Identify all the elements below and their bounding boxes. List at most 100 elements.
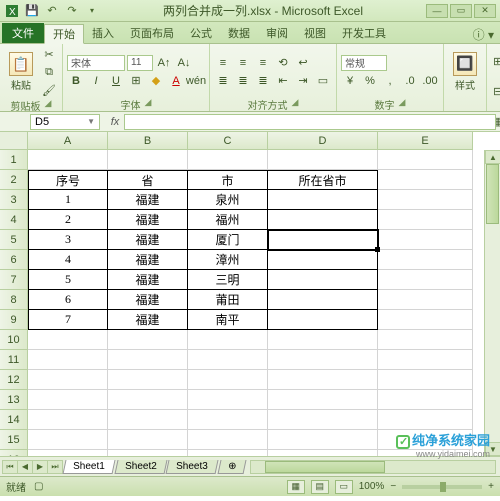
cell-E8[interactable] — [378, 290, 473, 310]
decrease-decimal-icon[interactable]: .00 — [421, 73, 439, 89]
cell-A10[interactable] — [28, 330, 108, 350]
cell-A15[interactable] — [28, 430, 108, 450]
cell-E4[interactable] — [378, 210, 473, 230]
cell-A7[interactable]: 5 — [28, 270, 108, 290]
cell-C11[interactable] — [188, 350, 268, 370]
row-header-10[interactable]: 10 — [0, 330, 28, 350]
cell-A1[interactable] — [28, 150, 108, 170]
cell-C13[interactable] — [188, 390, 268, 410]
cell-B15[interactable] — [108, 430, 188, 450]
page-break-view-icon[interactable]: ▭ — [335, 480, 353, 494]
cell-B12[interactable] — [108, 370, 188, 390]
cell-C3[interactable]: 泉州 — [188, 190, 268, 210]
tab-pagelayout[interactable]: 页面布局 — [122, 23, 182, 43]
close-button[interactable]: ✕ — [474, 4, 496, 18]
cell-C7[interactable]: 三明 — [188, 270, 268, 290]
horizontal-scrollbar[interactable] — [250, 460, 497, 474]
cell-B2[interactable]: 省 — [108, 170, 188, 190]
row-header-5[interactable]: 5 — [0, 230, 28, 250]
minimize-button[interactable]: — — [426, 4, 448, 18]
comma-icon[interactable]: , — [381, 73, 399, 89]
fx-icon[interactable]: fx — [106, 116, 124, 128]
tab-insert[interactable]: 插入 — [84, 23, 122, 43]
cell-E14[interactable] — [378, 410, 473, 430]
sheet-tab-2[interactable]: Sheet2 — [114, 460, 167, 474]
row-header-3[interactable]: 3 — [0, 190, 28, 210]
cell-B11[interactable] — [108, 350, 188, 370]
cell-A9[interactable]: 7 — [28, 310, 108, 330]
sheet-tab-1[interactable]: Sheet1 — [63, 460, 116, 474]
number-format-combo[interactable]: 常规 — [341, 55, 387, 71]
cell-A2[interactable]: 序号 — [28, 170, 108, 190]
cell-A3[interactable]: 1 — [28, 190, 108, 210]
font-size-combo[interactable]: 11 — [127, 55, 153, 71]
cell-E9[interactable] — [378, 310, 473, 330]
phonetic-icon[interactable]: wén — [187, 73, 205, 89]
cell-D6[interactable] — [268, 250, 378, 270]
align-right-icon[interactable]: ≣ — [254, 73, 272, 89]
column-header-D[interactable]: D — [268, 132, 378, 150]
cell-B3[interactable]: 福建 — [108, 190, 188, 210]
cell-B1[interactable] — [108, 150, 188, 170]
cell-B6[interactable]: 福建 — [108, 250, 188, 270]
clipboard-launcher-icon[interactable]: ◢ — [45, 98, 52, 111]
zoom-slider[interactable] — [402, 485, 482, 489]
cell-D8[interactable] — [268, 290, 378, 310]
cell-D10[interactable] — [268, 330, 378, 350]
border-icon[interactable]: ⊞ — [127, 73, 145, 89]
wrap-text-icon[interactable]: ↩ — [294, 55, 312, 71]
underline-button[interactable]: U — [107, 73, 125, 89]
orientation-icon[interactable]: ⟲ — [274, 55, 292, 71]
cell-C9[interactable]: 南平 — [188, 310, 268, 330]
styles-button[interactable]: 🔲 样式 — [448, 52, 482, 92]
column-header-B[interactable]: B — [108, 132, 188, 150]
cell-D12[interactable] — [268, 370, 378, 390]
number-launcher-icon[interactable]: ◢ — [399, 97, 406, 110]
cell-D11[interactable] — [268, 350, 378, 370]
file-tab[interactable]: 文件 — [2, 23, 44, 43]
increase-decimal-icon[interactable]: .0 — [401, 73, 419, 89]
alignment-launcher-icon[interactable]: ◢ — [292, 97, 299, 110]
cell-A12[interactable] — [28, 370, 108, 390]
row-header-11[interactable]: 11 — [0, 350, 28, 370]
save-icon[interactable]: 💾 — [24, 3, 40, 19]
cell-C10[interactable] — [188, 330, 268, 350]
font-family-combo[interactable]: 宋体 — [67, 55, 125, 71]
cut-icon[interactable]: ✂ — [40, 46, 58, 62]
zoom-slider-knob[interactable] — [440, 482, 446, 492]
select-all-corner[interactable] — [0, 132, 28, 150]
cell-B4[interactable]: 福建 — [108, 210, 188, 230]
cell-B5[interactable]: 福建 — [108, 230, 188, 250]
align-top-icon[interactable]: ≡ — [214, 55, 232, 71]
fill-color-icon[interactable]: ◆ — [147, 73, 165, 89]
qat-more-icon[interactable]: ▾ — [84, 3, 100, 19]
font-launcher-icon[interactable]: ◢ — [145, 97, 152, 110]
name-box[interactable]: D5 ▼ — [30, 114, 100, 130]
tab-view[interactable]: 视图 — [296, 23, 334, 43]
row-header-13[interactable]: 13 — [0, 390, 28, 410]
ribbon-help-icon[interactable]: ⓘ ▾ — [473, 26, 494, 43]
cell-A5[interactable]: 3 — [28, 230, 108, 250]
increase-font-icon[interactable]: A↑ — [155, 55, 173, 71]
scroll-up-icon[interactable]: ▲ — [485, 150, 500, 164]
align-middle-icon[interactable]: ≡ — [234, 55, 252, 71]
formula-input[interactable] — [124, 114, 496, 130]
cell-C15[interactable] — [188, 430, 268, 450]
cell-B14[interactable] — [108, 410, 188, 430]
align-left-icon[interactable]: ≣ — [214, 73, 232, 89]
cell-E10[interactable] — [378, 330, 473, 350]
align-center-icon[interactable]: ≣ — [234, 73, 252, 89]
percent-icon[interactable]: % — [361, 73, 379, 89]
cell-E11[interactable] — [378, 350, 473, 370]
column-header-C[interactable]: C — [188, 132, 268, 150]
column-header-A[interactable]: A — [28, 132, 108, 150]
cell-A14[interactable] — [28, 410, 108, 430]
copy-icon[interactable]: ⧉ — [40, 64, 58, 80]
cell-C8[interactable]: 莆田 — [188, 290, 268, 310]
cell-B9[interactable]: 福建 — [108, 310, 188, 330]
row-header-4[interactable]: 4 — [0, 210, 28, 230]
cell-B13[interactable] — [108, 390, 188, 410]
cell-D14[interactable] — [268, 410, 378, 430]
cell-D9[interactable] — [268, 310, 378, 330]
cell-E6[interactable] — [378, 250, 473, 270]
